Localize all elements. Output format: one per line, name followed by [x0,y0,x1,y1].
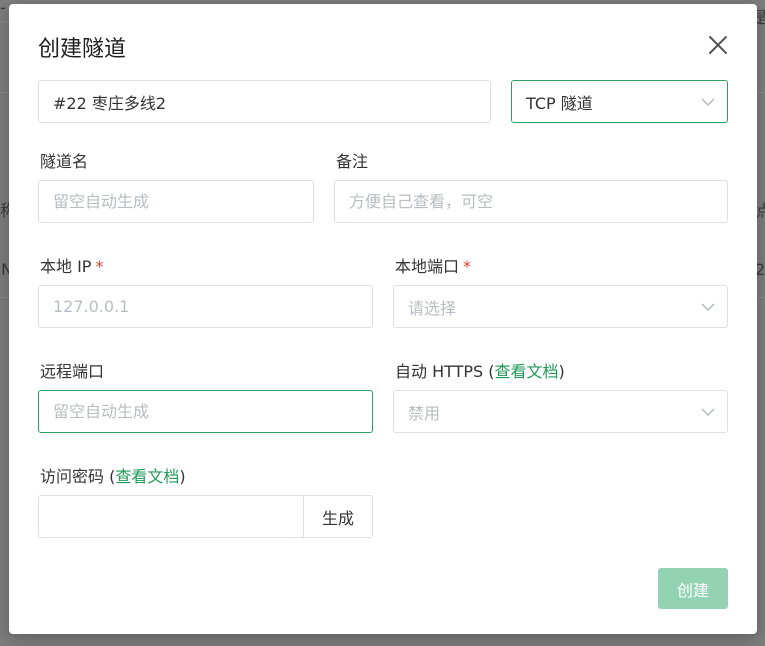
tunnel-name-field[interactable] [38,180,314,223]
local-port-select[interactable]: 请选择 [393,285,728,328]
password-docs-link[interactable]: 查看文档 [115,467,179,486]
note-input[interactable] [335,181,727,222]
auto-https-select[interactable]: 禁用 [393,390,728,433]
tunnel-name-label: 隧道名 [40,152,89,171]
chevron-down-icon [701,302,715,311]
dialog-title: 创建隧道 [38,37,127,62]
auto-https-label: 自动 HTTPS (查看文档) [395,362,565,381]
note-label: 备注 [336,152,369,171]
local-ip-field[interactable] [38,285,373,328]
create-tunnel-dialog: 创建隧道 TCP 隧道 隧道名 备注 本地 IP* 本地端口* 请选择 远程端口… [9,4,757,634]
access-password-label: 访问密码 (查看文档) [40,467,186,486]
tunnel-node-field[interactable] [38,80,491,123]
tunnel-type-value: TCP 隧道 [526,93,593,113]
chevron-down-icon [701,97,715,106]
remote-port-field[interactable] [38,390,373,433]
local-ip-input[interactable] [39,286,372,327]
local-port-label: 本地端口 * [395,257,472,276]
remote-port-label: 远程端口 [40,362,105,381]
background-text: 点 [756,201,765,220]
chevron-down-icon [701,407,715,416]
tunnel-type-select[interactable]: TCP 隧道 [511,80,728,123]
access-password-input[interactable] [39,496,303,537]
local-ip-label: 本地 IP * [40,257,104,276]
close-icon[interactable] [707,34,729,56]
create-button[interactable]: 创建 [658,568,728,609]
required-mark: * [95,257,104,276]
background-text: - [0,0,6,17]
tunnel-name-input[interactable] [39,181,313,222]
access-password-field[interactable] [38,495,304,538]
remote-port-input[interactable] [39,391,372,432]
required-mark: * [463,257,472,276]
auto-https-value: 禁用 [408,403,441,423]
generate-password-button[interactable]: 生成 [303,495,373,538]
note-field[interactable] [334,180,728,223]
tunnel-node-input[interactable] [39,81,490,122]
local-port-value: 请选择 [408,298,457,318]
https-docs-link[interactable]: 查看文档 [495,362,559,381]
